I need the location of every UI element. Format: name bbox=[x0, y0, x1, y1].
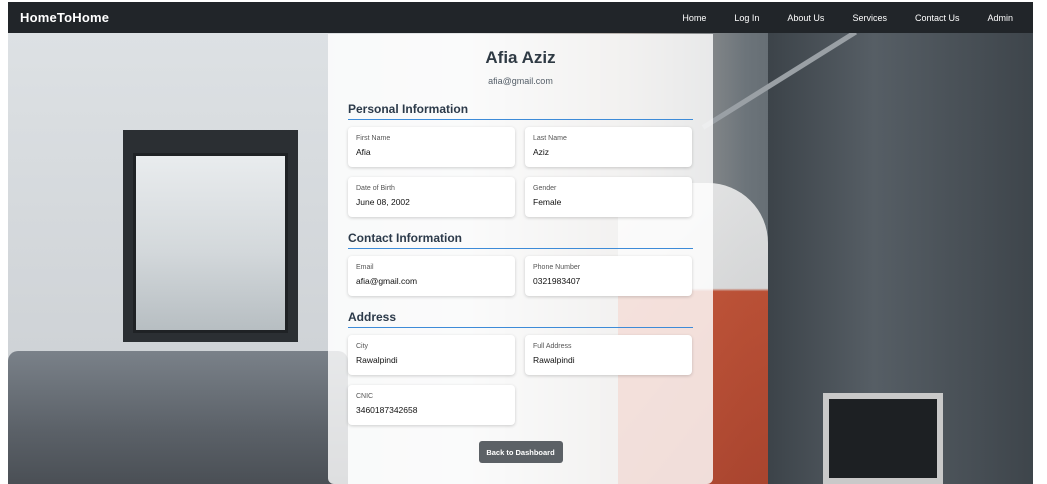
gender-label: Gender bbox=[533, 185, 557, 192]
background-fireplace bbox=[823, 393, 943, 484]
last-name-label: Last Name bbox=[533, 135, 567, 142]
profile-email: afia@gmail.com bbox=[488, 76, 553, 86]
contact-row: Email afia@gmail.com Phone Number 032198… bbox=[348, 256, 693, 296]
back-to-dashboard-button[interactable]: Back to Dashboard bbox=[478, 441, 563, 463]
first-name-field: First Name Afia bbox=[348, 127, 515, 167]
background-window-pane bbox=[133, 153, 288, 333]
email-label: Email bbox=[356, 264, 374, 271]
nav-link-login[interactable]: Log In bbox=[734, 13, 759, 23]
top-navbar: HomeToHome Home Log In About Us Services… bbox=[8, 2, 1033, 33]
section-title-personal: Personal Information bbox=[348, 102, 693, 120]
last-name-field: Last Name Aziz bbox=[525, 127, 692, 167]
city-field: City Rawalpindi bbox=[348, 335, 515, 375]
address-row-1: City Rawalpindi Full Address Rawalpindi bbox=[348, 335, 693, 375]
phone-label: Phone Number bbox=[533, 264, 581, 271]
email-value: afia@gmail.com bbox=[356, 276, 418, 286]
first-name-value: Afia bbox=[356, 147, 371, 157]
nav-link-contact-us[interactable]: Contact Us bbox=[915, 13, 960, 23]
city-label: City bbox=[356, 343, 369, 350]
cnic-field: CNIC 3460187342658 bbox=[348, 385, 515, 425]
full-address-field: Full Address Rawalpindi bbox=[525, 335, 692, 375]
section-title-contact: Contact Information bbox=[348, 231, 693, 249]
dob-label: Date of Birth bbox=[356, 185, 395, 192]
first-name-label: First Name bbox=[356, 135, 391, 142]
dob-value: June 08, 2002 bbox=[356, 197, 410, 207]
nav-link-admin[interactable]: Admin bbox=[987, 13, 1013, 23]
nav-link-services[interactable]: Services bbox=[852, 13, 887, 23]
background-sofa bbox=[8, 351, 348, 484]
personal-row-1: First Name Afia Last Name Aziz bbox=[348, 127, 693, 167]
nav-links: Home Log In About Us Services Contact Us… bbox=[654, 13, 1013, 23]
dob-field: Date of Birth June 08, 2002 bbox=[348, 177, 515, 217]
profile-name: Afia Aziz bbox=[485, 48, 556, 67]
city-value: Rawalpindi bbox=[356, 355, 398, 365]
nav-link-home[interactable]: Home bbox=[682, 13, 706, 23]
brand-logo[interactable]: HomeToHome bbox=[20, 10, 109, 25]
full-address-label: Full Address bbox=[533, 343, 572, 350]
gender-value: Female bbox=[533, 197, 562, 207]
address-row-2: CNIC 3460187342658 bbox=[348, 385, 693, 425]
nav-link-about-us[interactable]: About Us bbox=[787, 13, 824, 23]
gender-field: Gender Female bbox=[525, 177, 692, 217]
personal-row-2: Date of Birth June 08, 2002 Gender Femal… bbox=[348, 177, 693, 217]
profile-card: Afia Aziz afia@gmail.com Personal Inform… bbox=[328, 34, 713, 484]
last-name-value: Aziz bbox=[533, 147, 550, 157]
email-field: Email afia@gmail.com bbox=[348, 256, 515, 296]
phone-value: 0321983407 bbox=[533, 276, 581, 286]
cnic-label: CNIC bbox=[356, 393, 374, 400]
phone-field: Phone Number 0321983407 bbox=[525, 256, 692, 296]
cnic-value: 3460187342658 bbox=[356, 405, 418, 415]
full-address-value: Rawalpindi bbox=[533, 355, 575, 365]
section-title-address: Address bbox=[348, 310, 693, 328]
